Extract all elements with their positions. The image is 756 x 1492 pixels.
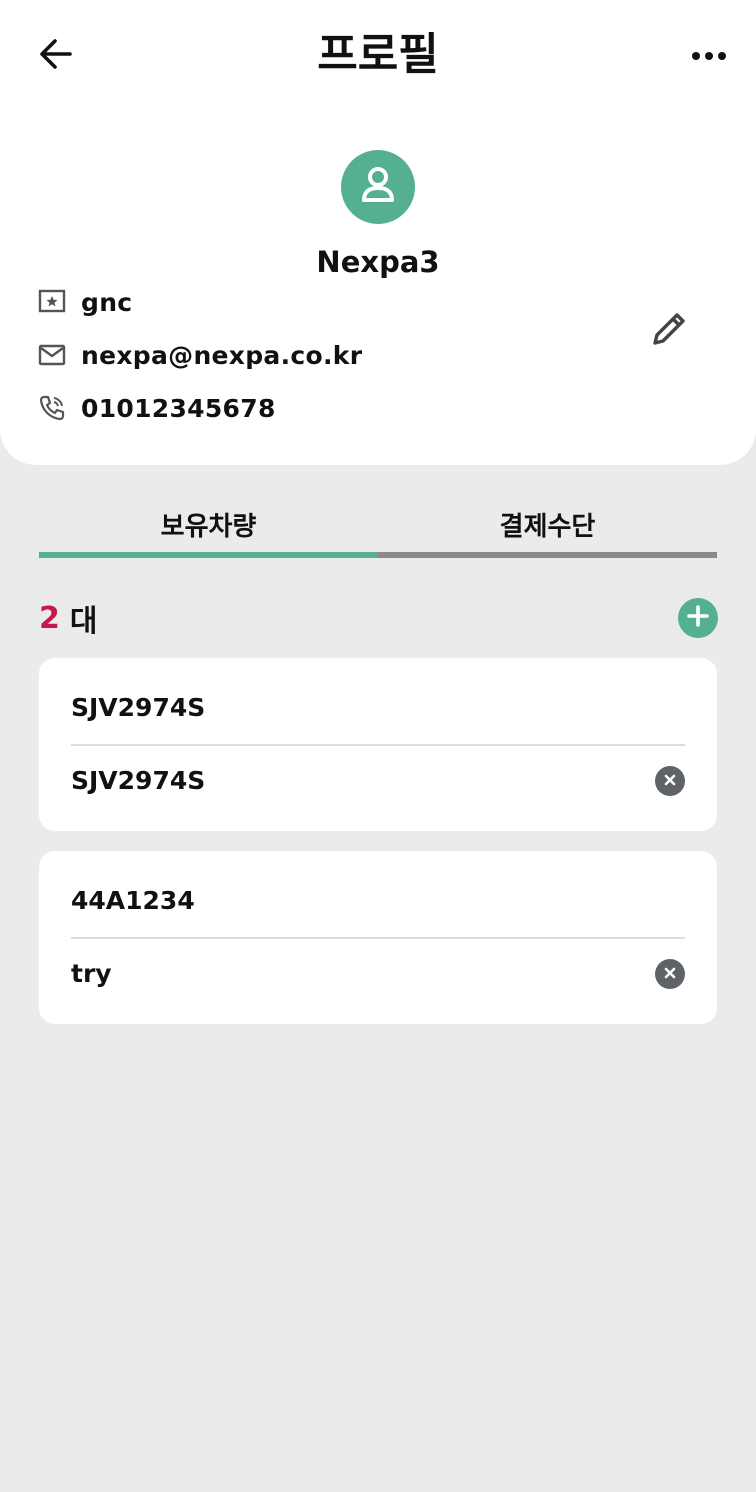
close-icon (663, 772, 677, 791)
pencil-icon (650, 308, 690, 352)
phone-icon (36, 392, 68, 424)
delete-vehicle-button[interactable] (655, 766, 685, 796)
tab-payment-methods[interactable]: 결제수단 (378, 502, 717, 558)
vehicle-count-number: 2 (39, 600, 60, 636)
edit-profile-button[interactable] (644, 304, 696, 356)
avatar (341, 150, 415, 224)
tab-bar: 보유차량 결제수단 (39, 502, 717, 558)
tab-label: 보유차량 (160, 512, 257, 542)
vehicle-count: 2 대 (39, 596, 97, 640)
tab-owned-vehicles[interactable]: 보유차량 (39, 502, 378, 558)
mail-icon (36, 339, 68, 371)
delete-vehicle-button[interactable] (655, 959, 685, 989)
vehicle-name: try (71, 959, 112, 988)
vehicle-plate: 44A1234 (71, 886, 195, 915)
badge-star-icon (36, 286, 68, 318)
user-avatar-icon (356, 163, 400, 211)
profile-name: Nexpa3 (316, 245, 440, 279)
phone-row: 01012345678 (36, 388, 276, 428)
vehicle-name: SJV2974S (71, 766, 206, 795)
phone-text: 01012345678 (81, 393, 276, 423)
tab-label: 결제수단 (499, 512, 596, 542)
page-title: 프로필 (317, 29, 439, 80)
more-options-button[interactable] (682, 34, 736, 78)
vehicle-card: 44A1234 try (39, 851, 717, 1024)
close-icon (663, 965, 677, 984)
more-horizontal-icon (691, 47, 727, 66)
vehicle-plate: SJV2974S (71, 693, 206, 722)
vehicle-card: SJV2974S SJV2974S (39, 658, 717, 831)
tab-indicator (378, 552, 717, 558)
vehicle-count-unit: 대 (69, 604, 98, 639)
divider (71, 744, 685, 746)
profile-header-card: 프로필 Nexpa3 gnc nexpa@nexpa.co.kr 0101234… (0, 0, 756, 465)
plus-icon (686, 604, 710, 632)
add-vehicle-button[interactable] (678, 598, 718, 638)
email-text: nexpa@nexpa.co.kr (81, 340, 363, 370)
tab-indicator (39, 552, 378, 558)
company-text: gnc (81, 287, 133, 317)
divider (71, 937, 685, 939)
company-row: gnc (36, 282, 132, 322)
email-row: nexpa@nexpa.co.kr (36, 335, 362, 375)
